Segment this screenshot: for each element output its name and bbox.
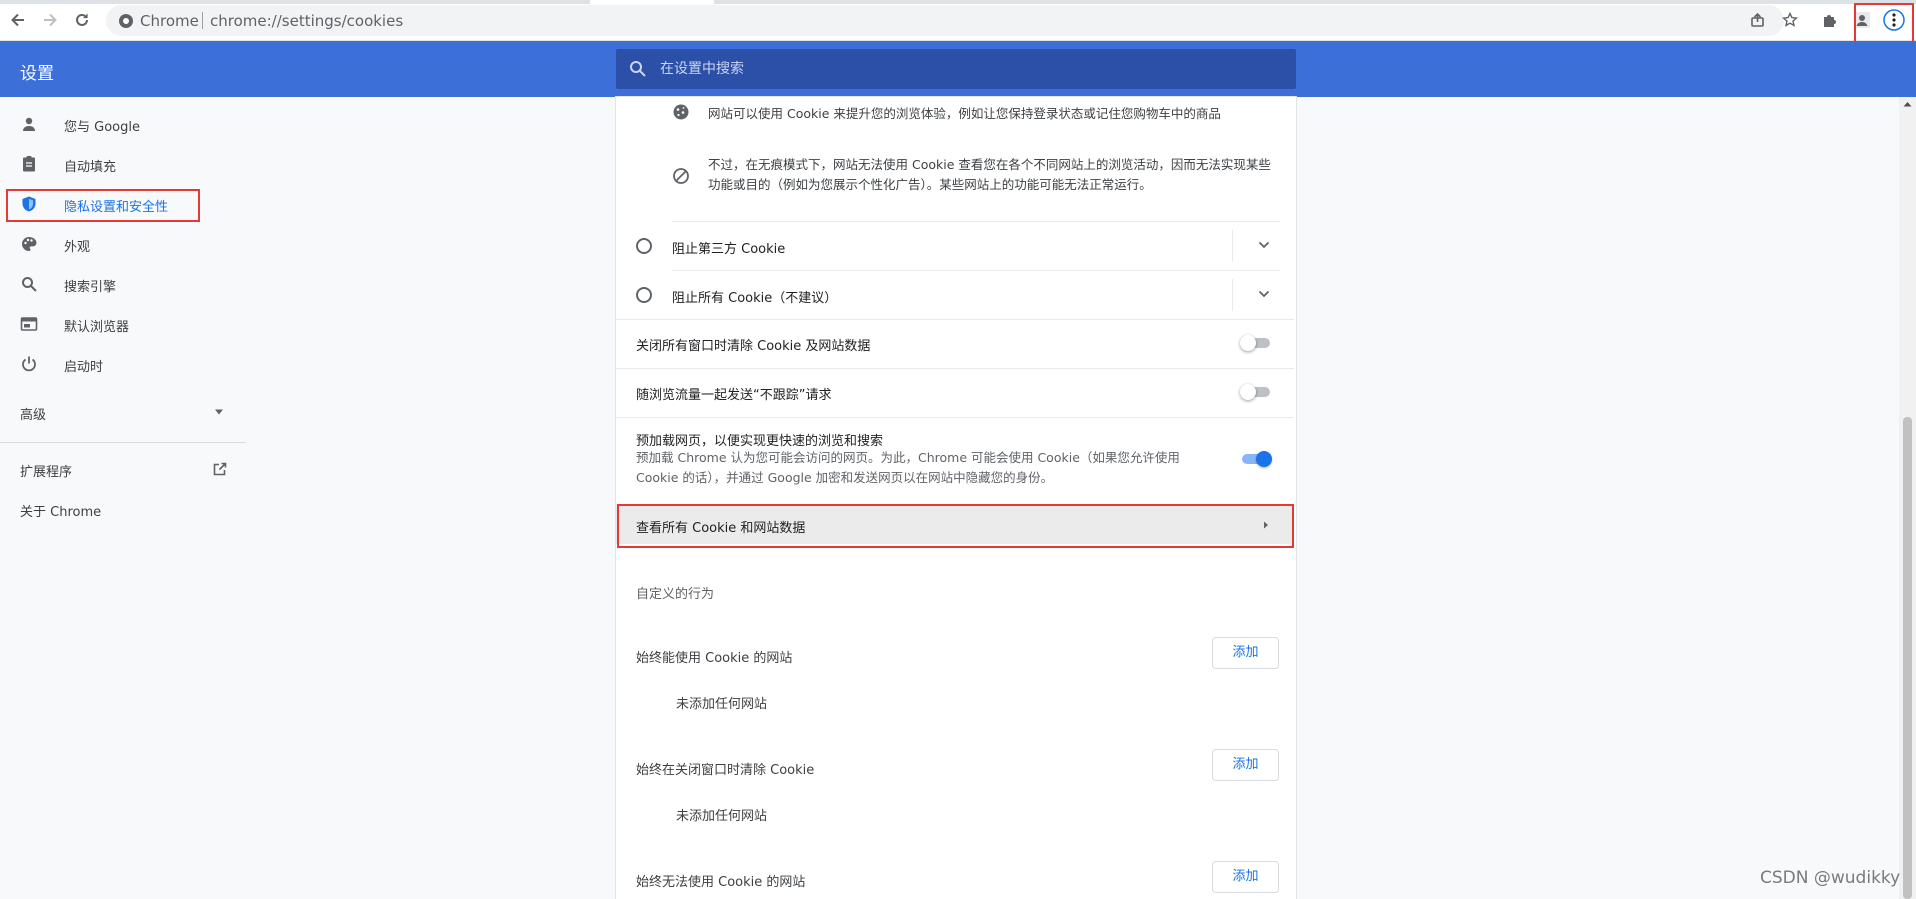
bookmark-button[interactable] [1778,8,1802,32]
back-button[interactable] [6,8,30,32]
preload-title: 预加载网页，以便实现更快速的浏览和搜索 [636,434,884,449]
puzzle-icon [1824,15,1836,27]
extensions-button[interactable] [1818,8,1842,32]
divider [672,270,1280,271]
incognito-info-text: 不过，在无痕模式下，网站无法使用 Cookie 查看您在各个不同网站上的浏览活动… [708,157,1271,192]
always-block-add-button[interactable]: 添加 [1212,861,1279,893]
settings-header: 设置 [0,41,1916,97]
url-text[interactable]: chrome://settings/cookies [210,12,403,30]
tab-strip-edge [714,0,1916,4]
omnibox-site-label: Chrome [140,12,199,30]
sidebar-item-label: 启动时 [64,360,104,375]
block-icon [673,168,689,184]
cookies-settings-card: 网站可以使用 Cookie 来提升您的浏览体验，例如让您保持登录状态或记住您购物… [616,97,1296,899]
browser-toolbar: Chrome chrome://settings/cookies [0,0,1916,41]
sidebar-advanced-label: 高级 [20,408,47,423]
preload-description: 预加载 Chrome 认为您可能会访问的网页。为此，Chrome 可能会使用 C… [636,450,1180,485]
privacy-highlight-box [6,189,200,222]
separator [1232,279,1233,311]
divider [616,319,1294,320]
custom-behaviors-heading: 自定义的行为 [636,587,715,602]
page-title: 设置 [20,64,54,84]
search-icon [630,61,646,77]
do-not-track-toggle[interactable] [1240,382,1272,402]
sidebar-item-on-startup[interactable]: 启动时 [0,344,250,384]
sidebar-extensions-label: 扩展程序 [20,465,73,480]
arrow-left-icon [11,13,24,27]
sidebar-item-label: 自动填充 [64,160,117,175]
preload-toggle[interactable] [1240,449,1272,469]
radio-block-third-party[interactable] [636,238,652,254]
sidebar-extensions-link[interactable]: 扩展程序 [0,449,250,489]
sidebar-item-label: 默认浏览器 [64,320,130,335]
browser-window-icon [20,317,38,331]
chevron-down-icon[interactable] [1258,240,1270,250]
do-not-track-label: 随浏览流量一起发送“不跟踪”请求 [636,388,832,403]
always-allow-add-button[interactable]: 添加 [1212,637,1279,669]
power-icon [22,356,36,372]
sidebar-item-appearance[interactable]: 外观 [0,224,250,264]
reload-icon [76,13,88,26]
page-scrollbar[interactable] [1899,97,1916,899]
sidebar-about-chrome[interactable]: 关于 Chrome [0,489,250,529]
reload-button[interactable] [70,8,94,32]
scrollbar-thumb[interactable] [1903,417,1912,899]
open-in-new-icon [213,462,227,476]
sidebar-item-search-engine[interactable]: 搜索引擎 [0,264,250,304]
sidebar-item-label: 外观 [64,240,91,255]
always-allow-heading: 始终能使用 Cookie 的网站 [636,651,793,666]
sidebar: 您与 Google 自动填充 隐私设置和安全性 外观 搜索引擎 默认浏览器 启动… [0,97,250,899]
cookie-info-text: 网站可以使用 Cookie 来提升您的浏览体验，例如让您保持登录状态或记住您购物… [708,106,1221,121]
sidebar-advanced[interactable]: 高级 [0,392,250,432]
watermark: CSDN @wudikky [1760,868,1901,888]
divider [616,368,1294,369]
arrow-right-icon [44,13,57,27]
clear-on-exit-label: 关闭所有窗口时清除 Cookie 及网站数据 [636,339,871,354]
sidebar-about-label: 关于 Chrome [20,505,102,520]
omnibox-separator [202,12,203,29]
share-icon [1751,12,1764,27]
sidebar-item-label: 您与 Google [64,120,140,135]
see-all-highlight-box [617,504,1294,548]
address-bar[interactable]: Chrome chrome://settings/cookies [106,5,1784,36]
clipboard-icon [23,156,35,172]
radio-block-all-label: 阻止所有 Cookie（不建议） [672,291,838,306]
radio-block-all[interactable] [636,287,652,303]
clear-on-exit-toggle[interactable] [1240,333,1272,353]
settings-search[interactable] [616,49,1296,89]
sidebar-item-autofill[interactable]: 自动填充 [0,144,250,184]
person-icon [23,117,35,131]
cookie-icon [673,104,689,120]
palette-icon [22,237,37,251]
sidebar-item-default-browser[interactable]: 默认浏览器 [0,304,250,344]
forward-button[interactable] [38,8,62,32]
always-clear-add-button[interactable]: 添加 [1212,749,1279,781]
always-allow-empty-text: 未添加任何网站 [676,697,768,712]
separator [1232,230,1233,262]
star-icon [1782,12,1798,27]
share-button[interactable] [1746,8,1770,32]
sidebar-divider [0,442,246,443]
always-block-heading: 始终无法使用 Cookie 的网站 [636,875,806,890]
search-icon [22,277,37,292]
always-clear-heading: 始终在关闭窗口时清除 Cookie [636,763,815,778]
chevron-down-icon[interactable] [1258,289,1270,299]
divider [616,417,1294,418]
search-input[interactable] [660,58,1260,80]
radio-block-third-party-label: 阻止第三方 Cookie [672,242,786,257]
sidebar-item-label: 搜索引擎 [64,280,117,295]
divider [672,221,1280,222]
tab-strip-edge [0,0,590,4]
always-clear-empty-text: 未添加任何网站 [676,809,768,824]
triangle-down-icon [215,409,223,415]
scroll-up-arrow-icon[interactable] [1903,101,1912,107]
chrome-logo-icon [119,14,133,28]
sidebar-item-you-and-google[interactable]: 您与 Google [0,104,250,144]
